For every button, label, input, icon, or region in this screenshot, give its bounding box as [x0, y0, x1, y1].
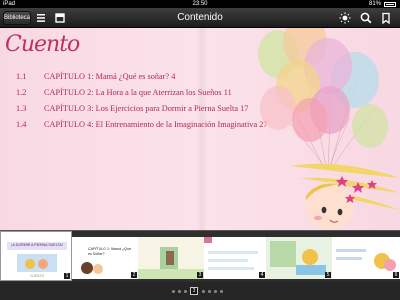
thumbnail-page[interactable]: 5 [266, 237, 332, 279]
toc-entry-number: 1.3 [16, 104, 27, 113]
page-dot[interactable] [184, 290, 187, 293]
page-dot[interactable] [214, 290, 217, 293]
book-page[interactable]: Cuento 1.1 CAPÍTULO 1: Mamá ¿Qué es soña… [0, 28, 400, 230]
thumbnail-cover-title: ¡A DORMIR A PIERNA SUELTA! [11, 243, 63, 247]
page-indicator[interactable]: 3 [0, 282, 400, 300]
page-art-icon [81, 262, 103, 274]
page-dot[interactable] [202, 290, 205, 293]
clock: 23:50 [192, 1, 208, 7]
thumbnail-page[interactable]: ¡A DORMIR A PIERNA SUELTA! CUENTO 1 [0, 231, 72, 281]
page-art-icon [138, 237, 204, 279]
toolbar: Biblioteca Contenido [0, 8, 400, 28]
page-number: 4 [259, 272, 265, 278]
balloon-girl-illustration [258, 28, 400, 230]
thumbnail-page[interactable]: CAPÍTULO 1: Mamá ¿Qué es Soñar? 2 [72, 237, 138, 279]
toc-entry-title: CAPÍTULO 4: El Entrenamiento de la Imagi… [44, 120, 268, 129]
page-dot[interactable] [220, 290, 223, 293]
page-dot[interactable] [178, 290, 181, 293]
brightness-icon[interactable] [337, 10, 353, 26]
page-number: 6 [393, 272, 399, 278]
toc-entry-number: 1.4 [16, 120, 27, 129]
page-number: 1 [64, 273, 70, 279]
page-thumbnail-strip[interactable]: ¡A DORMIR A PIERNA SUELTA! CUENTO 1 CAPÍ… [0, 230, 400, 282]
search-icon[interactable] [358, 10, 374, 26]
thumbnail-page-label: CAPÍTULO 1: Mamá ¿Qué es Soñar? [88, 247, 131, 256]
page-art-icon [332, 237, 400, 279]
page-number: 3 [197, 272, 203, 278]
page-art-icon [266, 237, 332, 279]
page-art-icon [204, 237, 266, 279]
status-bar: iPad 23:50 81% [0, 0, 400, 8]
page-dot[interactable] [208, 290, 211, 293]
toc-entry-number: 1.2 [16, 88, 27, 97]
thumbnail-page[interactable]: 4 [204, 237, 266, 279]
toc-entry-number: 1.1 [16, 72, 27, 81]
battery-indicator: 81% [369, 0, 396, 8]
page-dot[interactable] [172, 290, 175, 293]
thumbnail-cover-author: CUENTO [29, 274, 45, 278]
toc-entry-title: CAPÍTULO 3: Los Ejercicios para Dormir a… [44, 104, 249, 113]
toc-entry-title: CAPÍTULO 1: Mamá ¿Qué es soñar? 4 [44, 72, 176, 81]
battery-percent: 81% [368, 1, 381, 7]
page-number: 5 [325, 272, 331, 278]
section-heading: Cuento [5, 32, 80, 57]
bookmark-icon[interactable] [378, 10, 394, 26]
toc-entry-title: CAPÍTULO 2: La Hora a la que Aterrizan l… [44, 88, 232, 97]
cover-art-icon [17, 254, 57, 272]
thumbnail-page[interactable]: 6 [332, 237, 400, 279]
thumbnail-page[interactable]: 3 [138, 237, 204, 279]
battery-icon [384, 1, 396, 7]
current-page-marker[interactable]: 3 [190, 287, 198, 295]
page-number: 2 [131, 272, 137, 278]
